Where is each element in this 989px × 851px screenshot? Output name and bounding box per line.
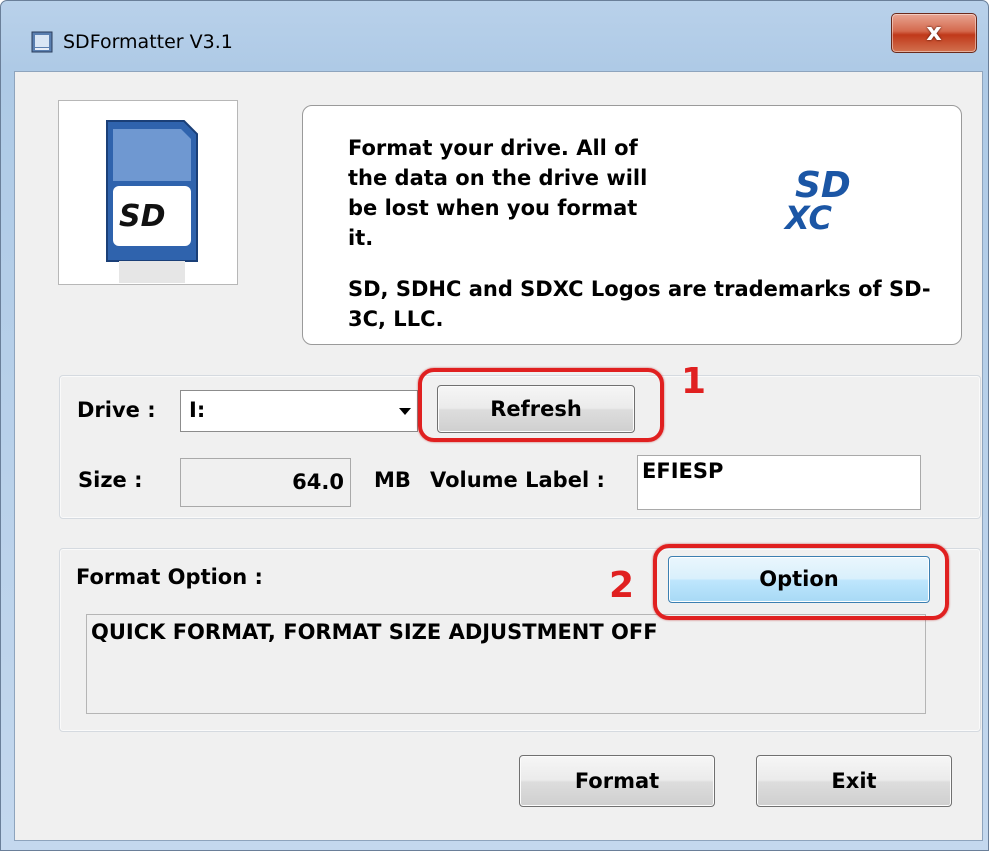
size-field: 64.0 xyxy=(180,458,351,507)
exit-button[interactable]: Exit xyxy=(756,755,952,807)
sd-card-image: SD xyxy=(58,100,238,285)
sd-card-icon: SD xyxy=(106,120,198,283)
annotation-highlight-refresh xyxy=(418,368,664,442)
format-option-status-text: QUICK FORMAT, FORMAT SIZE ADJUSTMENT OFF xyxy=(91,620,658,644)
close-icon: x xyxy=(926,18,942,46)
drive-value: I: xyxy=(189,398,206,422)
size-unit: MB xyxy=(374,468,411,492)
format-button[interactable]: Format xyxy=(519,755,715,807)
title-bar[interactable]: SDFormatter V3.1 x xyxy=(1,1,988,69)
svg-text:XC: XC xyxy=(783,199,833,231)
format-option-label: Format Option : xyxy=(76,565,263,589)
volume-label-label: Volume Label : xyxy=(430,468,605,492)
trademark-text: SD, SDHC and SDXC Logos are trademarks o… xyxy=(348,277,931,331)
sdxc-logo-icon: SD XC xyxy=(783,165,851,231)
svg-text:SD: SD xyxy=(119,199,166,234)
close-button[interactable]: x xyxy=(891,13,977,53)
size-value: 64.0 xyxy=(292,470,344,494)
size-label: Size : xyxy=(78,468,143,492)
annotation-highlight-option xyxy=(653,544,949,620)
annotation-number-1: 1 xyxy=(681,361,707,402)
app-icon xyxy=(31,31,53,53)
info-panel: Format your drive. All of the data on th… xyxy=(302,105,962,345)
volume-label-value: EFIESP xyxy=(642,459,724,483)
dropdown-arrow-icon[interactable] xyxy=(399,408,411,415)
format-warning-text: Format your drive. All of the data on th… xyxy=(348,136,648,250)
volume-label-input[interactable]: EFIESP xyxy=(637,455,921,510)
format-option-status: QUICK FORMAT, FORMAT SIZE ADJUSTMENT OFF xyxy=(86,614,926,714)
format-button-label: Format xyxy=(574,769,660,793)
annotation-number-2: 2 xyxy=(609,565,635,606)
exit-button-label: Exit xyxy=(831,769,877,793)
drive-select[interactable]: I: xyxy=(180,390,418,432)
window-title: SDFormatter V3.1 xyxy=(63,31,233,53)
drive-label: Drive : xyxy=(77,398,156,422)
